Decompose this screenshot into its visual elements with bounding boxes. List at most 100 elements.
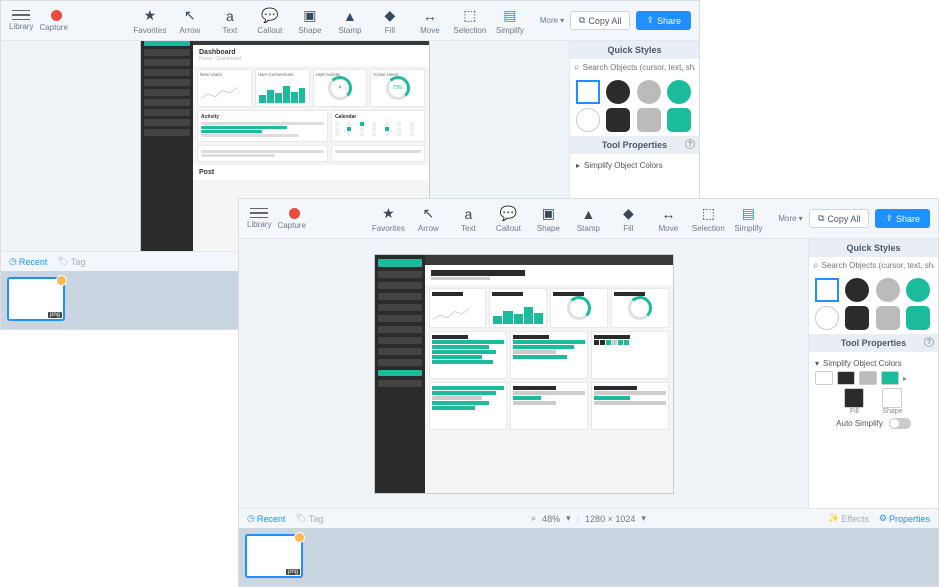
clock-icon: ◷: [9, 256, 17, 267]
properties-link[interactable]: ⚙Properties: [879, 513, 930, 524]
recent-link[interactable]: ◷Recent: [247, 513, 285, 524]
search-icon: ⌕: [813, 260, 819, 271]
simplify-colors-row[interactable]: ▸ Simplify Object Colors: [576, 161, 693, 170]
tool-favorites[interactable]: ★Favorites: [136, 7, 164, 35]
swatch-gray-rounded[interactable]: [637, 108, 661, 132]
swatch-dark-rounded[interactable]: [606, 108, 630, 132]
toolbar-center: ★Favorites ↖Arrow aText 💬Callout ▣Shape …: [136, 7, 564, 35]
tool-shape[interactable]: ▣Shape: [296, 7, 324, 35]
tool-callout[interactable]: 💬Callout: [256, 7, 284, 35]
capture-icon[interactable]: [289, 208, 300, 219]
callout-icon: 💬: [500, 205, 517, 222]
text-icon: a: [226, 8, 234, 24]
star-icon: ★: [382, 205, 395, 222]
swatch-teal-rounded[interactable]: [906, 306, 930, 330]
auto-simplify-toggle[interactable]: [889, 418, 911, 429]
menu-icon[interactable]: [250, 208, 268, 219]
tool-text[interactable]: aText: [216, 8, 244, 35]
capture-label: Capture: [39, 23, 67, 32]
share-button[interactable]: ⇪Share: [875, 209, 930, 228]
copy-all-button[interactable]: ⧉Copy All: [809, 209, 869, 228]
swatch-gray-circle[interactable]: [876, 278, 900, 302]
tool-stamp[interactable]: ▲Stamp: [336, 8, 364, 35]
share-button[interactable]: ⇪Share: [636, 11, 691, 30]
tool-move[interactable]: ↔Move: [654, 206, 682, 233]
swatch-gray-circle[interactable]: [637, 80, 661, 104]
tool-text[interactable]: aText: [454, 206, 482, 233]
help-icon[interactable]: ?: [924, 337, 934, 347]
canvas-artwork-simplified[interactable]: [374, 254, 674, 494]
text-icon: a: [464, 206, 472, 222]
swatch-teal-circle[interactable]: [906, 278, 930, 302]
arrow-icon: ↖: [184, 7, 196, 24]
search-input[interactable]: [583, 63, 695, 72]
help-icon[interactable]: ?: [685, 139, 695, 149]
swatch-white-circle[interactable]: [576, 108, 600, 132]
capture-icon[interactable]: [51, 10, 62, 21]
artwork-title: Dashboard: [199, 49, 423, 56]
swatch-selected[interactable]: [576, 80, 600, 104]
chevron-down-icon: ▾: [560, 16, 564, 25]
swatch-dark-circle[interactable]: [606, 80, 630, 104]
swatch-dark-circle[interactable]: [845, 278, 869, 302]
swatch-teal-circle[interactable]: [667, 80, 691, 104]
swatch-teal-rounded[interactable]: [667, 108, 691, 132]
effects-link[interactable]: ✨Effects: [828, 513, 869, 524]
thumbnail[interactable]: png: [7, 277, 65, 321]
swatch-gray-rounded[interactable]: [876, 306, 900, 330]
tool-stamp[interactable]: ▲Stamp: [574, 206, 602, 233]
more-button[interactable]: More▾: [540, 16, 564, 25]
tool-callout[interactable]: 💬Callout: [494, 205, 522, 233]
simplify-icon: ▤: [503, 7, 516, 24]
tool-fill[interactable]: ◆Fill: [614, 205, 642, 233]
copy-icon: ⧉: [818, 213, 824, 224]
library-label: Library: [9, 22, 33, 31]
swatch-white-circle[interactable]: [815, 306, 839, 330]
menu-icon[interactable]: [12, 10, 30, 21]
chevron-down-icon[interactable]: ▾: [641, 513, 646, 524]
shape-icon: ▣: [542, 205, 555, 222]
copy-all-button[interactable]: ⧉Copy All: [570, 11, 630, 30]
search-input[interactable]: [822, 261, 934, 270]
tool-arrow[interactable]: ↖Arrow: [176, 7, 204, 35]
fill-icon: ◆: [623, 205, 634, 222]
tool-selection[interactable]: ⬚Selection: [456, 7, 484, 35]
chevron-down-icon[interactable]: ▾: [566, 513, 571, 524]
tool-fill[interactable]: ◆Fill: [376, 7, 404, 35]
tool-properties-header: Tool Properties?: [570, 136, 699, 154]
swatch-dark-rounded[interactable]: [845, 306, 869, 330]
zoom-value[interactable]: 48%: [542, 514, 560, 524]
app-window-front: Library Capture ★Favorites ↖Arrow aText …: [238, 198, 939, 587]
zoom-icon[interactable]: ⌕: [531, 513, 536, 524]
thumbnail[interactable]: png: [245, 534, 303, 578]
tag-icon: 🏷: [295, 513, 306, 524]
mini-swatch-teal[interactable]: [881, 371, 899, 385]
tool-favorites[interactable]: ★Favorites: [374, 205, 402, 233]
wand-icon: ✨: [828, 513, 839, 524]
selection-icon: ⬚: [463, 7, 476, 24]
tag-link[interactable]: 🏷Tag: [57, 256, 85, 267]
tool-shape[interactable]: ▣Shape: [534, 205, 562, 233]
more-button[interactable]: More▾: [778, 214, 802, 223]
recent-link[interactable]: ◷Recent: [9, 256, 47, 267]
tool-simplify[interactable]: ▤Simplify: [496, 7, 524, 35]
move-icon: ↔: [423, 8, 437, 24]
mini-swatch-gray[interactable]: [859, 371, 877, 385]
fill-swatch[interactable]: [844, 388, 864, 408]
mini-swatch-white[interactable]: [815, 371, 833, 385]
copy-icon: ⧉: [579, 15, 585, 26]
mini-swatch-dark[interactable]: [837, 371, 855, 385]
tool-properties-header: Tool Properties?: [809, 334, 938, 352]
add-color-icon[interactable]: ▸: [903, 374, 907, 383]
shape-swatch[interactable]: [882, 388, 902, 408]
canvas[interactable]: [239, 239, 808, 508]
tag-link[interactable]: 🏷Tag: [295, 513, 323, 524]
tool-selection[interactable]: ⬚Selection: [694, 205, 722, 233]
swatch-selected[interactable]: [815, 278, 839, 302]
share-icon: ⇪: [885, 213, 893, 224]
simplify-colors-row[interactable]: ▾ Simplify Object Colors: [815, 359, 932, 368]
share-icon: ⇪: [646, 15, 654, 26]
tool-arrow[interactable]: ↖Arrow: [414, 205, 442, 233]
tool-move[interactable]: ↔Move: [416, 8, 444, 35]
tool-simplify[interactable]: ▤Simplify: [734, 205, 762, 233]
